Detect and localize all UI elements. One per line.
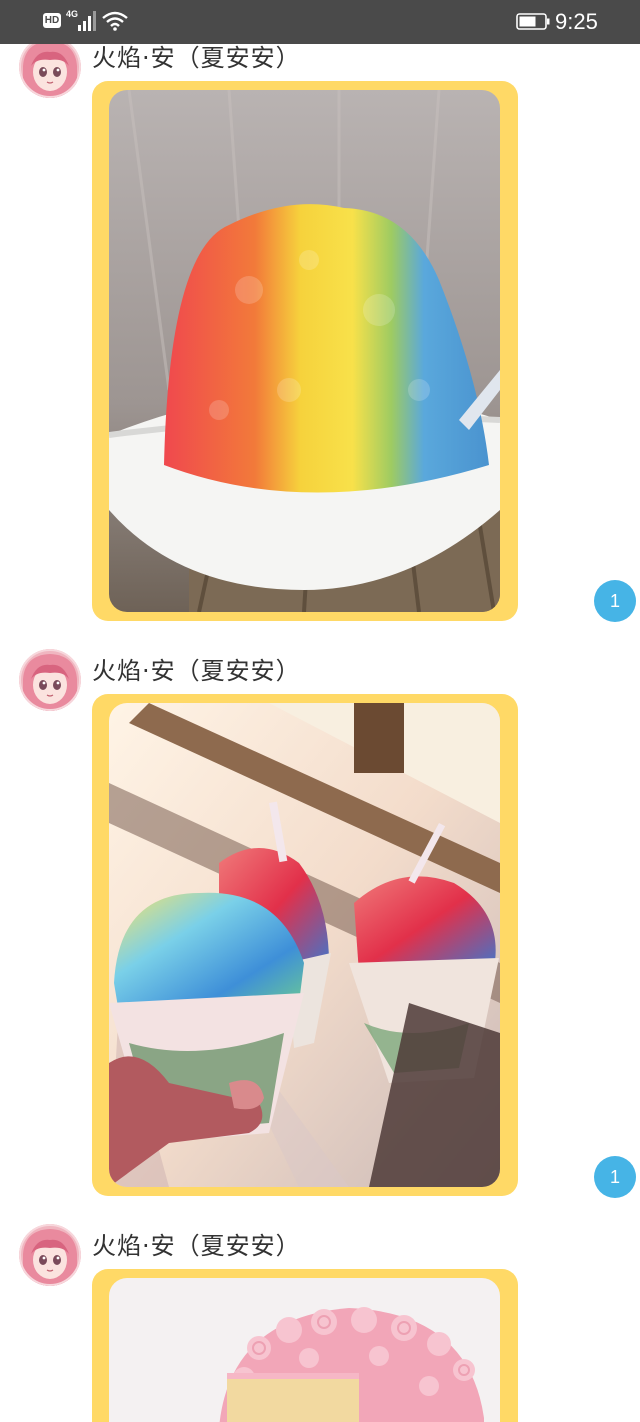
unread-count-badge[interactable]: 1	[594, 1156, 636, 1198]
wifi-icon	[102, 11, 128, 31]
anime-girl-avatar-icon[interactable]	[19, 649, 81, 711]
image-bubble[interactable]	[92, 81, 518, 621]
image-bubble[interactable]	[92, 694, 518, 1196]
anime-girl-avatar-icon[interactable]	[19, 36, 81, 98]
anime-girl-avatar-icon[interactable]	[19, 1224, 81, 1286]
sender-name: 火焰·安（夏安安）	[92, 1232, 301, 1260]
pink-cake-image[interactable]	[109, 1278, 500, 1422]
battery-icon	[516, 13, 550, 30]
status-bar: HD 4G 9:25	[0, 0, 640, 44]
unread-count-badge[interactable]: 1	[594, 580, 636, 622]
image-bubble[interactable]	[92, 1269, 518, 1422]
shaved-ice-cups-image[interactable]	[109, 703, 500, 1187]
sender-name: 火焰·安（夏安安）	[92, 657, 301, 685]
rainbow-shaved-ice-image[interactable]	[109, 90, 500, 612]
status-time: 9:25	[555, 9, 598, 34]
chat-screen: HD 4G 9:25 火焰·安（夏安安） 1 火焰·安（夏安安） 1 火焰·安（…	[0, 0, 640, 1422]
signal-icon	[78, 11, 96, 31]
hd-badge-icon: HD	[43, 13, 61, 28]
